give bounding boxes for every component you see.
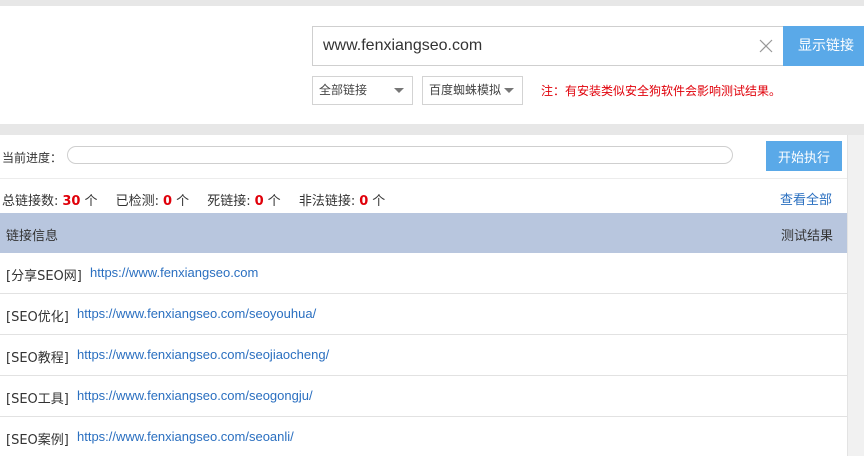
stat-total-value: 30 <box>62 194 81 209</box>
progress-label: 当前进度： <box>2 151 63 165</box>
divider-line <box>0 178 847 179</box>
stat-unit: 个 <box>372 194 386 209</box>
stat-total-label: 总链接数: <box>2 194 59 209</box>
top-bar <box>0 0 864 6</box>
row-url-link[interactable]: https://www.fenxiangseo.com/seojiaocheng… <box>77 347 329 362</box>
stat-dead-label: 死链接: <box>207 194 251 209</box>
row-category: [SEO案例] <box>6 433 69 448</box>
table-row: [SEO优化] https://www.fenxiangseo.com/seoy… <box>0 294 847 335</box>
show-links-button[interactable]: 显示链接 <box>783 26 864 66</box>
stat-dead: 死链接: 0 个 <box>207 194 280 209</box>
row-category: [SEO优化] <box>6 310 69 325</box>
start-button[interactable]: 开始执行 <box>766 141 842 171</box>
table-row: [SEO案例] https://www.fenxiangseo.com/seoa… <box>0 417 847 456</box>
url-input[interactable]: www.fenxiangseo.com <box>312 26 784 66</box>
stat-unit: 个 <box>176 194 190 209</box>
row-url-link[interactable]: https://www.fenxiangseo.com/seogongju/ <box>77 388 313 403</box>
table-row: [SEO工具] https://www.fenxiangseo.com/seog… <box>0 376 847 417</box>
stat-unit: 个 <box>267 194 281 209</box>
stat-dead-value: 0 <box>254 194 264 209</box>
stat-checked-value: 0 <box>163 194 173 209</box>
warning-note: 注：有安装类似安全狗软件会影响测试结果。 <box>541 84 782 98</box>
view-all-link[interactable]: 查看全部 <box>780 189 832 208</box>
stat-checked: 已检测: 0 个 <box>116 194 189 209</box>
table-header: 链接信息 测试结果 <box>0 213 847 253</box>
spider-mode-select-value: 百度蜘蛛模拟 <box>429 83 502 97</box>
scrollbar[interactable] <box>847 135 864 456</box>
clear-icon[interactable] <box>758 38 774 54</box>
column-header-link-info: 链接信息 <box>6 229 59 244</box>
chevron-down-icon <box>504 88 514 93</box>
row-url-link[interactable]: https://www.fenxiangseo.com/seoanli/ <box>77 429 294 444</box>
row-url-link[interactable]: https://www.fenxiangseo.com/seoyouhua/ <box>77 306 316 321</box>
url-input-value[interactable]: www.fenxiangseo.com <box>323 27 482 65</box>
column-header-test-result: 测试结果 <box>780 229 833 244</box>
stat-unit: 个 <box>84 194 98 209</box>
stat-illegal-value: 0 <box>359 194 369 209</box>
row-category: [分享SEO网] <box>6 269 82 284</box>
stat-checked-label: 已检测: <box>115 194 160 209</box>
section-divider <box>0 124 864 135</box>
spider-mode-select[interactable]: 百度蜘蛛模拟 <box>422 76 523 105</box>
row-category: [SEO教程] <box>6 351 69 366</box>
stat-illegal-label: 非法链接: <box>298 194 356 209</box>
progress-bar <box>67 146 733 164</box>
stat-total: 总链接数: 30 个 <box>2 194 98 209</box>
row-url-link[interactable]: https://www.fenxiangseo.com <box>90 265 258 280</box>
row-category: [SEO工具] <box>6 392 69 407</box>
table-row: [SEO教程] https://www.fenxiangseo.com/seoj… <box>0 335 847 376</box>
table-row: [分享SEO网] https://www.fenxiangseo.com <box>0 253 847 294</box>
stats-bar: 总链接数: 30 个 已检测: 0 个 死链接: 0 个 非法链接: 0 个 <box>2 190 399 209</box>
stat-illegal: 非法链接: 0 个 <box>299 194 385 209</box>
link-type-select-value: 全部链接 <box>319 83 368 97</box>
chevron-down-icon <box>394 88 404 93</box>
link-type-select[interactable]: 全部链接 <box>312 76 413 105</box>
